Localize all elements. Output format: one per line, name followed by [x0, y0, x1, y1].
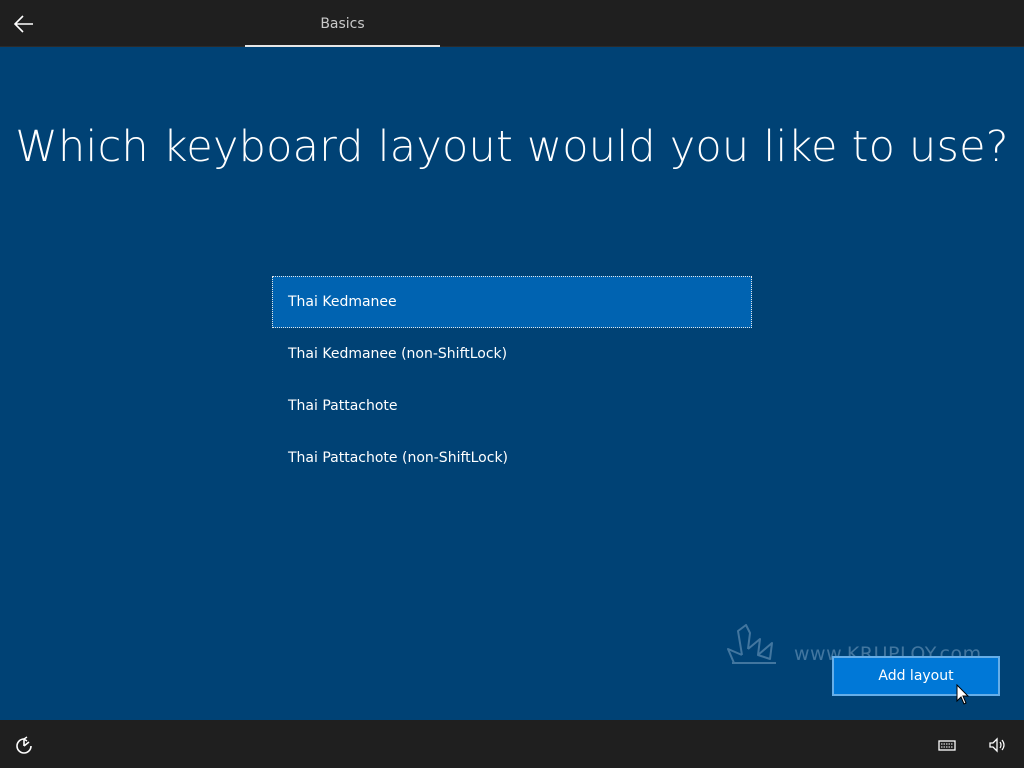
- add-layout-button[interactable]: Add layout: [832, 656, 1000, 696]
- layout-item-thai-kedmanee-non-shiftlock[interactable]: Thai Kedmanee (non-ShiftLock): [272, 328, 752, 380]
- layout-item-label: Thai Kedmanee (non-ShiftLock): [288, 346, 508, 362]
- page-title: Which keyboard layout would you like to …: [15, 122, 1009, 172]
- layout-item-label: Thai Pattachote: [288, 398, 398, 414]
- watermark-logo-icon: [727, 624, 776, 664]
- tab-basics-label: Basics: [320, 15, 365, 32]
- ease-of-access-icon: [16, 736, 32, 754]
- layout-item-thai-pattachote[interactable]: Thai Pattachote: [272, 380, 752, 432]
- tab-basics: Basics: [245, 0, 440, 47]
- add-layout-label: Add layout: [878, 668, 954, 684]
- tab-underline: [245, 45, 440, 47]
- layout-item-thai-pattachote-non-shiftlock[interactable]: Thai Pattachote (non-ShiftLock): [272, 432, 752, 484]
- layout-item-label: Thai Pattachote (non-ShiftLock): [288, 450, 509, 466]
- layout-item-thai-kedmanee[interactable]: Thai Kedmanee: [272, 276, 752, 328]
- keyboard-layout-list: Thai Kedmanee Thai Kedmanee (non-ShiftLo…: [272, 276, 752, 484]
- volume-button[interactable]: [986, 734, 1010, 756]
- top-bar: Basics: [0, 0, 1024, 47]
- back-button[interactable]: [8, 8, 40, 40]
- bottom-bar: [0, 720, 1024, 768]
- back-arrow-icon: [14, 15, 33, 33]
- keyboard-button[interactable]: [934, 734, 960, 756]
- layout-item-label: Thai Kedmanee: [288, 294, 397, 310]
- mouse-cursor-icon: [956, 684, 970, 705]
- keyboard-icon: [938, 740, 956, 751]
- volume-icon: [989, 737, 1005, 753]
- oobe-page: Basics Which keyboard layout would you l…: [0, 0, 1024, 768]
- ease-of-access-button[interactable]: [12, 734, 36, 758]
